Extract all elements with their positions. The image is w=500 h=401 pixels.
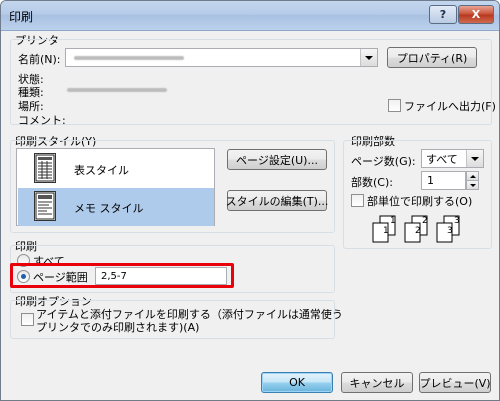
collate-page-number: 1 <box>383 226 389 236</box>
pages-select[interactable]: すべて <box>421 149 484 168</box>
copies-spin-down[interactable] <box>466 180 479 190</box>
cancel-button-label: キャンセル <box>349 376 405 390</box>
page-range-input[interactable]: 2,5-7 <box>95 267 227 285</box>
collate-page-number: 3 <box>447 226 453 236</box>
page-range-input-value: 2,5-7 <box>101 270 127 282</box>
copies-input[interactable]: 1 <box>421 171 466 190</box>
edit-style-button-label: スタイルの編集(T)... <box>225 194 329 208</box>
printer-name-label: 名前(N): <box>18 53 61 66</box>
printer-name-value <box>74 56 184 60</box>
style-label: メモ スタイル <box>74 202 144 215</box>
printer-name-select[interactable] <box>65 48 378 67</box>
collate-page-number: 3 <box>454 216 460 226</box>
list-item[interactable]: メモ スタイル <box>18 188 214 226</box>
list-item[interactable]: 表スタイル <box>18 150 214 188</box>
window-title: 印刷 <box>9 10 34 24</box>
properties-button[interactable]: プロパティ(R) <box>387 47 477 68</box>
collate-page-number: 2 <box>422 216 428 226</box>
print-to-file-label: ファイルへ出力(F) <box>404 100 496 113</box>
memo-style-icon <box>34 191 56 221</box>
page-setup-button[interactable]: ページ設定(U)... <box>227 149 327 170</box>
ok-button[interactable]: OK <box>261 372 333 393</box>
close-button[interactable]: X <box>458 5 494 24</box>
print-style-list[interactable]: 表スタイル メモ スタイル <box>16 148 215 226</box>
help-icon: ? <box>439 8 447 21</box>
chevron-down-icon[interactable] <box>360 49 377 66</box>
page-setup-button-label: ページ設定(U)... <box>236 153 318 167</box>
page-range-label: ページ範囲 <box>33 271 88 284</box>
close-icon: X <box>471 8 481 21</box>
cancel-button[interactable]: キャンセル <box>341 372 413 393</box>
pages-select-value: すべて <box>426 152 458 166</box>
table-style-icon <box>34 153 56 183</box>
properties-button-label: プロパティ(R) <box>396 51 468 65</box>
collate-page-number: 2 <box>415 226 421 236</box>
print-dialog: 印刷 ? X プリンタ 名前(N): プロパティ(R) 状態: 種類: 場所: … <box>0 0 500 401</box>
chevron-down-icon[interactable] <box>466 150 483 167</box>
help-button[interactable]: ? <box>429 5 457 24</box>
printer-comment-label: コメント: <box>18 114 66 127</box>
pages-label: ページ数(G): <box>351 155 416 168</box>
preview-button[interactable]: プレビュー(V) <box>419 372 491 393</box>
printer-type-value <box>67 88 167 92</box>
print-to-file-checkbox[interactable] <box>388 99 401 112</box>
ok-button-label: OK <box>289 376 305 389</box>
collate-checkbox[interactable] <box>351 194 364 207</box>
page-range-radio[interactable] <box>17 270 30 283</box>
style-label: 表スタイル <box>74 164 129 177</box>
collate-label: 部単位で印刷する(O) <box>367 195 473 208</box>
print-attachments-label-line2: プリンタでのみ印刷されます)(A) <box>36 321 200 334</box>
copies-input-value: 1 <box>427 174 434 187</box>
print-attachments-checkbox[interactable] <box>21 313 34 326</box>
copies-label: 部数(C): <box>351 176 393 189</box>
collate-pages-icon: 1 1 2 2 3 3 <box>367 213 467 245</box>
preview-button-label: プレビュー(V) <box>419 376 491 390</box>
collate-page-number: 1 <box>390 216 396 226</box>
edit-style-button[interactable]: スタイルの編集(T)... <box>225 190 329 211</box>
title-bar[interactable]: 印刷 ? X <box>1 1 499 31</box>
